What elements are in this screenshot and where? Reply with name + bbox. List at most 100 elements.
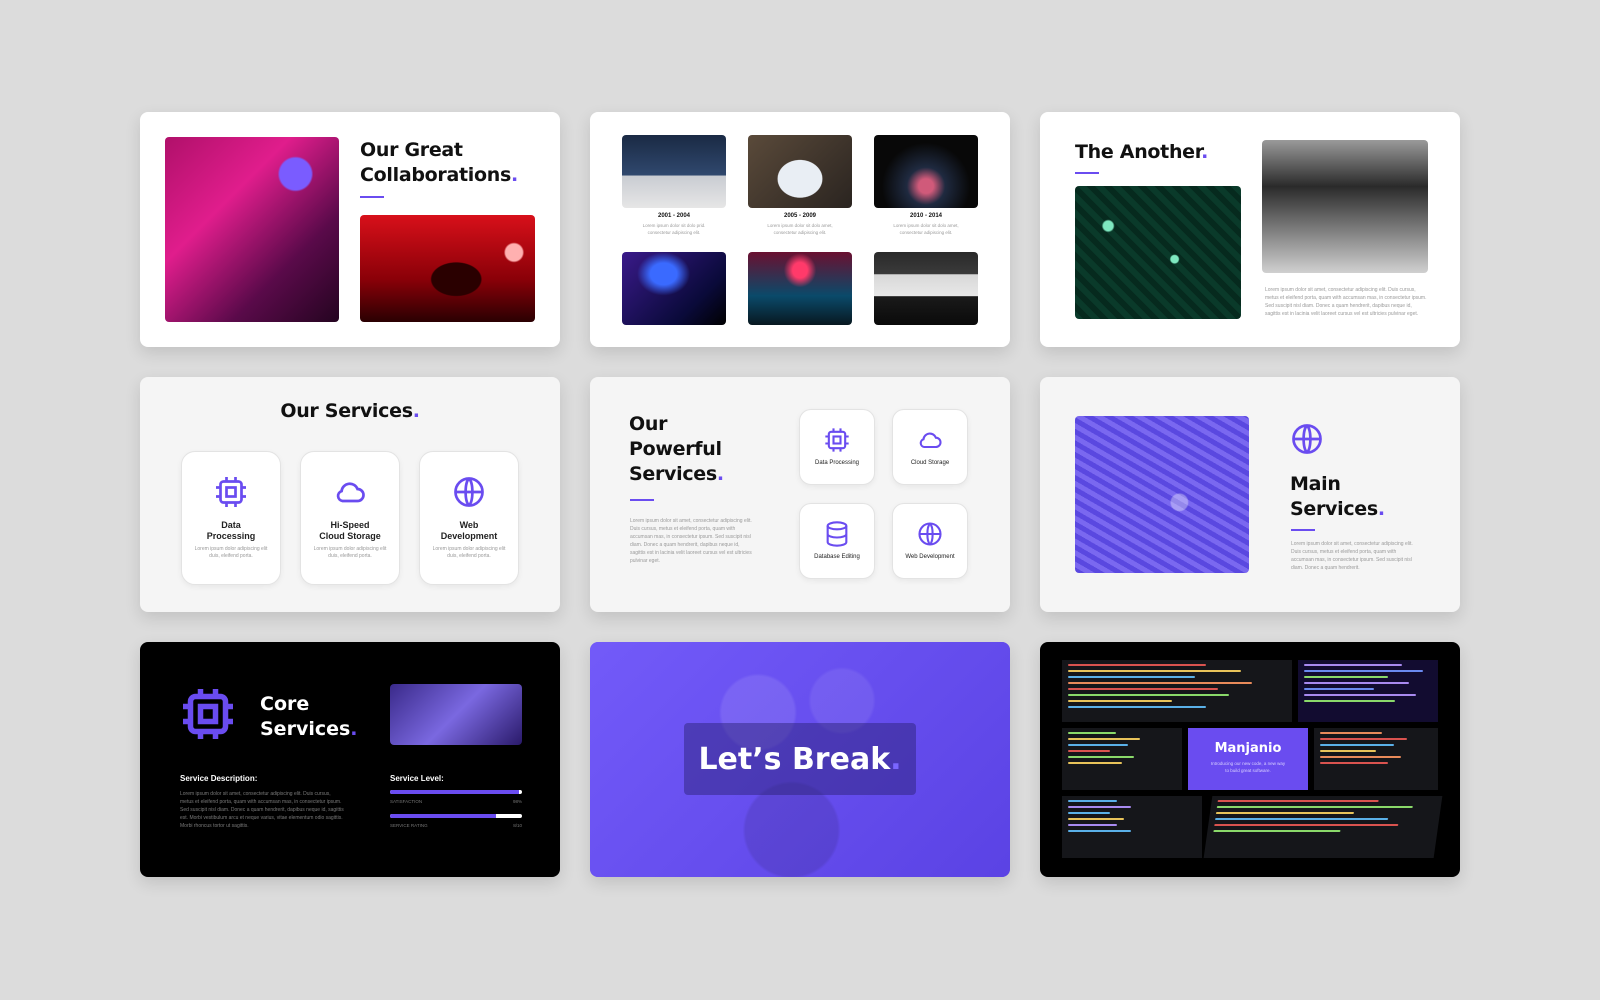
code-screenshot: [1314, 728, 1438, 790]
feature-label: Data Processing: [814, 460, 860, 466]
progress-track: [390, 790, 522, 794]
timeline-desc: Lorem ipsum dolor sit dolo amet,: [767, 223, 833, 228]
slide-main-services[interactable]: Main Services. Lorem ipsum dolor sit ame…: [1040, 377, 1460, 612]
slide-title: The Another.: [1075, 140, 1208, 165]
slide-title: Our Services.: [140, 399, 560, 424]
timeline-years: 2010 - 2014: [909, 213, 943, 219]
card-title-line: Web: [459, 520, 479, 530]
slide-our-powerful-services[interactable]: Our Powerful Services. Lorem ipsum dolor…: [590, 377, 1010, 612]
cpu-icon: [216, 477, 246, 507]
card-description: Lorem ipsum dolor adipiscing elit duis, …: [313, 546, 387, 559]
gallery-photo-concert-blue: [622, 252, 726, 325]
bar-name: SATISFACTION: [390, 799, 423, 804]
slide-timeline-gallery[interactable]: 2001 - 2004 Lorem ipsum dolor sit dolo p…: [590, 112, 1010, 347]
gallery-photo-workstation: [874, 252, 978, 325]
service-card-web-development[interactable]: Web Development Lorem ipsum dolor adipisc…: [419, 451, 519, 585]
title-line-3: Services: [629, 463, 717, 485]
timeline-item-1: 2001 - 2004 Lorem ipsum dolor sit dolo p…: [622, 213, 726, 236]
title-line-1: Our: [629, 413, 668, 435]
title-underline: [1075, 172, 1099, 174]
title-dot: .: [350, 718, 358, 740]
title-line-2: Services: [260, 718, 351, 740]
timeline-desc: consectetur adipiscing elit.: [773, 230, 827, 235]
title-line-2: Powerful: [629, 438, 722, 460]
brand-subtitle: Introducing our new code, a new way: [1210, 761, 1286, 766]
feature-web-development[interactable]: Web Development: [892, 503, 968, 579]
title-underline: [630, 499, 654, 501]
cpu-icon: [825, 428, 849, 452]
globe-icon: [454, 477, 484, 507]
feature-data-processing[interactable]: Data Processing: [799, 409, 875, 485]
brand-subtitle: to build great software.: [1225, 768, 1271, 773]
feature-label: Web Development: [905, 554, 955, 560]
robot-photo: [390, 684, 522, 745]
cloud-icon: [919, 432, 942, 449]
circuit-board-photo: [1075, 416, 1249, 573]
title-underline: [360, 196, 384, 198]
title-text: The Another: [1075, 141, 1202, 163]
title-dot: .: [1201, 141, 1209, 163]
code-screenshot: [1062, 796, 1202, 858]
slide-title: Let’s Break.: [684, 723, 916, 795]
slide-our-great-collaborations[interactable]: Our Great Collaborations.: [140, 112, 560, 347]
concert-photo: [360, 215, 535, 322]
slide-our-services[interactable]: Our Services. Data Processing Lorem ipsum…: [140, 377, 560, 612]
card-title-line: Hi-Speed: [330, 520, 370, 530]
timeline-desc: Lorem ipsum dolor sit dolo prid.: [642, 223, 706, 228]
title-line-1: Main: [1290, 473, 1341, 495]
timeline-item-3: 2010 - 2014 Lorem ipsum dolor sit dolo a…: [874, 213, 978, 236]
slide-the-another[interactable]: The Another. Lorem ipsum dolor sit amet,…: [1040, 112, 1460, 347]
gallery-photo-glow-laptop: [874, 135, 978, 208]
service-card-data-processing[interactable]: Data Processing Lorem ipsum dolor adipisc…: [181, 451, 281, 585]
cpu-icon: [183, 689, 233, 739]
service-card-cloud-storage[interactable]: Hi-Speed Cloud Storage Lorem ipsum dolor …: [300, 451, 400, 585]
card-title-line: Processing: [206, 531, 256, 541]
code-screenshot: [1062, 660, 1292, 722]
timeline-years: 2001 - 2004: [657, 213, 691, 219]
bar-value: 8/10: [513, 823, 522, 828]
feature-database-editing[interactable]: Database Editing: [799, 503, 875, 579]
description-text: Lorem ipsum dolor sit amet, consectetur …: [180, 791, 344, 829]
slide-title: Our Powerful Services.: [629, 412, 724, 487]
slide-title: Main Services.: [1290, 472, 1385, 522]
feature-label: Cloud Storage: [910, 460, 950, 466]
slide-paragraph: Lorem ipsum dolor sit amet, consectetur …: [1265, 287, 1427, 317]
progress-fill: [390, 814, 496, 818]
cloud-icon: [336, 482, 365, 503]
level-bar-service-rating: SERVICE RATING 8/10: [390, 814, 522, 828]
brand-name: Manjanio: [1214, 741, 1282, 756]
card-title-line: Cloud Storage: [319, 531, 381, 541]
bar-name: SERVICE RATING: [390, 823, 428, 828]
timeline-desc: consectetur adipiscing elit.: [899, 230, 953, 235]
mixer-photo: [1075, 186, 1241, 319]
title-dot: .: [412, 400, 420, 422]
level-bar-satisfaction: SATISFACTION 98%: [390, 790, 522, 804]
title-underline: [1291, 529, 1315, 531]
title-line-2: Collaborations: [360, 164, 511, 186]
slide-paragraph: Lorem ipsum dolor sit amet, consectetur …: [630, 518, 752, 564]
slide-core-services[interactable]: Core Services. Service Description: Lore…: [140, 642, 560, 877]
feature-cloud-storage[interactable]: Cloud Storage: [892, 409, 968, 485]
code-screenshot: [1298, 660, 1438, 722]
feature-label: Database Editing: [814, 554, 860, 560]
title-text: Let’s Break: [698, 741, 891, 777]
title-line-2: Services: [1290, 498, 1378, 520]
timeline-years: 2005 - 2009: [783, 213, 817, 219]
slide-lets-break[interactable]: Let’s Break.: [590, 642, 1010, 877]
timeline-item-2: 2005 - 2009 Lorem ipsum dolor sit dolo a…: [748, 213, 852, 236]
globe-icon: [1292, 424, 1322, 454]
progress-track: [390, 814, 522, 818]
slide-title: Our Great Collaborations.: [360, 138, 518, 188]
code-screenshot: [1062, 728, 1182, 790]
title-dot: .: [890, 741, 902, 777]
title-dot: .: [1377, 498, 1385, 520]
card-title-line: Development: [440, 531, 498, 541]
globe-icon: [918, 522, 942, 546]
description-label: Service Description:: [180, 774, 258, 783]
slide-manjanio-code[interactable]: Manjanio Introducing our new code, a new…: [1040, 642, 1460, 877]
card-title-line: Data: [221, 520, 241, 530]
title-text: Our Services: [280, 400, 413, 422]
service-level-label: Service Level:: [390, 774, 444, 783]
robot-arm-photo: [1262, 140, 1428, 273]
brand-card: Manjanio Introducing our new code, a new…: [1188, 728, 1308, 790]
